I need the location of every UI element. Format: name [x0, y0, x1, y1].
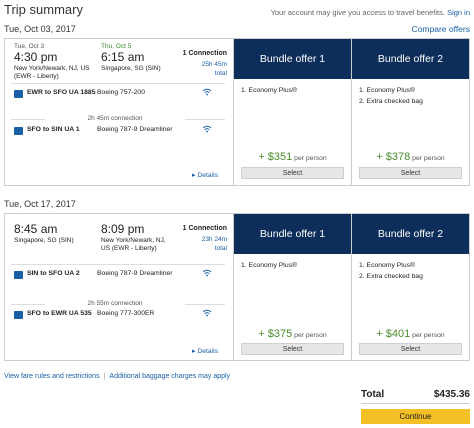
offer-price-line: + $351 per person [234, 151, 351, 163]
trip-itinerary: 8:45 am Singapore, SG (SIN) 8:09 pm New … [5, 214, 233, 360]
segment-aircraft: Boeing 787-9 Dreamliner [97, 126, 173, 133]
offer-price: + $375 [258, 328, 293, 340]
connections-count: 1 Connection [182, 225, 227, 232]
segment-route: EWR to SFO [27, 89, 68, 96]
total-label: Total [361, 389, 385, 400]
offer-price-line: + $378 per person [352, 151, 469, 163]
details-link[interactable]: ▸ Details [192, 171, 218, 179]
select-button[interactable]: Select [359, 167, 462, 179]
offer-price: + $401 [376, 328, 411, 340]
segment-flight: UA 1885 [68, 89, 96, 96]
segment-aircraft: Boeing 787-9 Dreamliner [97, 270, 173, 277]
offer-benefit: 1. Economy Plus® [241, 87, 298, 94]
depart-place: Singapore, SG (SIN) [14, 237, 74, 244]
offer-price-unit: per person [294, 155, 327, 162]
segment-1-route: EWR to SFO UA 1885 [27, 89, 96, 96]
offer-benefit: 2. Extra checked bag [359, 98, 423, 105]
offer-title: Bundle offer 2 [352, 214, 469, 254]
segment-aircraft: Boeing 757-200 [97, 89, 145, 96]
offer-price: + $351 [258, 151, 293, 163]
fare-rules-link[interactable]: View fare rules and restrictions [4, 373, 100, 380]
link-separator: | [103, 373, 106, 380]
wifi-icon [202, 269, 212, 277]
continue-button[interactable]: Continue [361, 409, 470, 424]
segment-flight: UA 2 [64, 270, 80, 277]
offer-benefit: 1. Economy Plus® [359, 262, 416, 269]
trip-date: Tue, Oct 03, 2017 [4, 24, 76, 34]
trip-duration: 23h 24m [201, 236, 227, 243]
divider [11, 83, 225, 84]
segment-2-route: SFO to SIN UA 1 [27, 126, 80, 133]
offer-benefit: 2. Extra checked bag [359, 273, 423, 280]
caret-right-icon: ▸ [192, 348, 196, 355]
sign-in-link[interactable]: Sign in [447, 8, 470, 17]
wifi-icon [202, 125, 212, 133]
arrive-place: New York/Newark, NJ, US (EWR - Liberty) [101, 237, 166, 252]
select-button[interactable]: Select [241, 167, 344, 179]
account-note: Your account may give you access to trav… [271, 8, 470, 17]
layover-text: 2h 45m connection [45, 115, 185, 122]
layover-text: 2h 55m connection [45, 300, 185, 307]
total-value: $435.36 [433, 389, 470, 400]
baggage-charges-link[interactable]: Additional baggage charges may apply [109, 373, 230, 380]
trip-duration: 25h 45m [201, 61, 227, 68]
bundle-offer-1: Bundle offer 1 1. Economy Plus® + $351 p… [233, 39, 351, 185]
compare-offers-link[interactable]: Compare offers [412, 24, 470, 34]
segment-flight: UA 1 [64, 126, 80, 133]
account-note-text: Your account may give you access to trav… [270, 8, 445, 17]
depart-time: 8:45 am [14, 222, 58, 236]
select-button[interactable]: Select [241, 343, 344, 355]
bundle-offer-2: Bundle offer 2 1. Economy Plus® 2. Extra… [351, 214, 469, 360]
segment-1-route: SIN to SFO UA 2 [27, 270, 80, 277]
segment-route: SFO to SIN [27, 126, 63, 133]
segment-flight: UA 535 [68, 310, 92, 317]
offer-title: Bundle offer 1 [234, 214, 351, 254]
trip-card: 8:45 am Singapore, SG (SIN) 8:09 pm New … [4, 213, 470, 361]
trip-date: Tue, Oct 17, 2017 [4, 199, 76, 209]
wifi-icon [202, 309, 212, 317]
divider [361, 403, 470, 404]
bundle-offer-1: Bundle offer 1 1. Economy Plus® + $375 p… [233, 214, 351, 360]
offer-benefit: 1. Economy Plus® [359, 87, 416, 94]
offer-title: Bundle offer 2 [352, 39, 469, 79]
united-logo-icon [14, 271, 23, 279]
offer-price: + $378 [376, 151, 411, 163]
offer-price-unit: per person [412, 155, 445, 162]
trip-itinerary: Tue, Oct 3 4:30 pm New York/Newark, NJ, … [5, 39, 233, 185]
segment-route: SIN to SFO [27, 270, 63, 277]
wifi-icon [202, 88, 212, 96]
depart-time: 4:30 pm [14, 50, 58, 64]
arrive-time: 6:15 am [101, 50, 145, 64]
trip-duration-note: total [214, 245, 227, 252]
united-logo-icon [14, 311, 23, 319]
offer-price-line: + $401 per person [352, 328, 469, 340]
arrive-time: 8:09 pm [101, 222, 145, 236]
depart-day: Tue, Oct 3 [14, 43, 45, 50]
united-logo-icon [14, 127, 23, 135]
offer-title: Bundle offer 1 [234, 39, 351, 79]
offer-price-unit: per person [412, 332, 445, 339]
bundle-offer-2: Bundle offer 2 1. Economy Plus® 2. Extra… [351, 39, 469, 185]
offer-price-unit: per person [294, 332, 327, 339]
offer-price-line: + $375 per person [234, 328, 351, 340]
segment-2-route: SFO to EWR UA 535 [27, 310, 92, 317]
connections-count: 1 Connection [182, 50, 227, 57]
divider [11, 264, 225, 265]
details-label: Details [197, 348, 219, 355]
footer-links: View fare rules and restrictions | Additio… [4, 373, 230, 380]
offer-benefit: 1. Economy Plus® [241, 262, 298, 269]
details-label: Details [197, 172, 219, 179]
arrive-place: Singapore, SG (SIN) [101, 65, 161, 72]
trip-duration-note: total [214, 70, 227, 77]
arrive-day: Thu, Oct 5 [101, 43, 132, 50]
caret-right-icon: ▸ [192, 172, 196, 179]
segment-aircraft: Boeing 777-300ER [97, 310, 155, 317]
united-logo-icon [14, 90, 23, 98]
details-link[interactable]: ▸ Details [192, 347, 218, 355]
segment-route: SFO to EWR [27, 310, 68, 317]
page-title: Trip summary [4, 2, 83, 17]
select-button[interactable]: Select [359, 343, 462, 355]
depart-place: New York/Newark, NJ, US (EWR - Liberty) [14, 65, 90, 80]
trip-card: Tue, Oct 3 4:30 pm New York/Newark, NJ, … [4, 38, 470, 186]
